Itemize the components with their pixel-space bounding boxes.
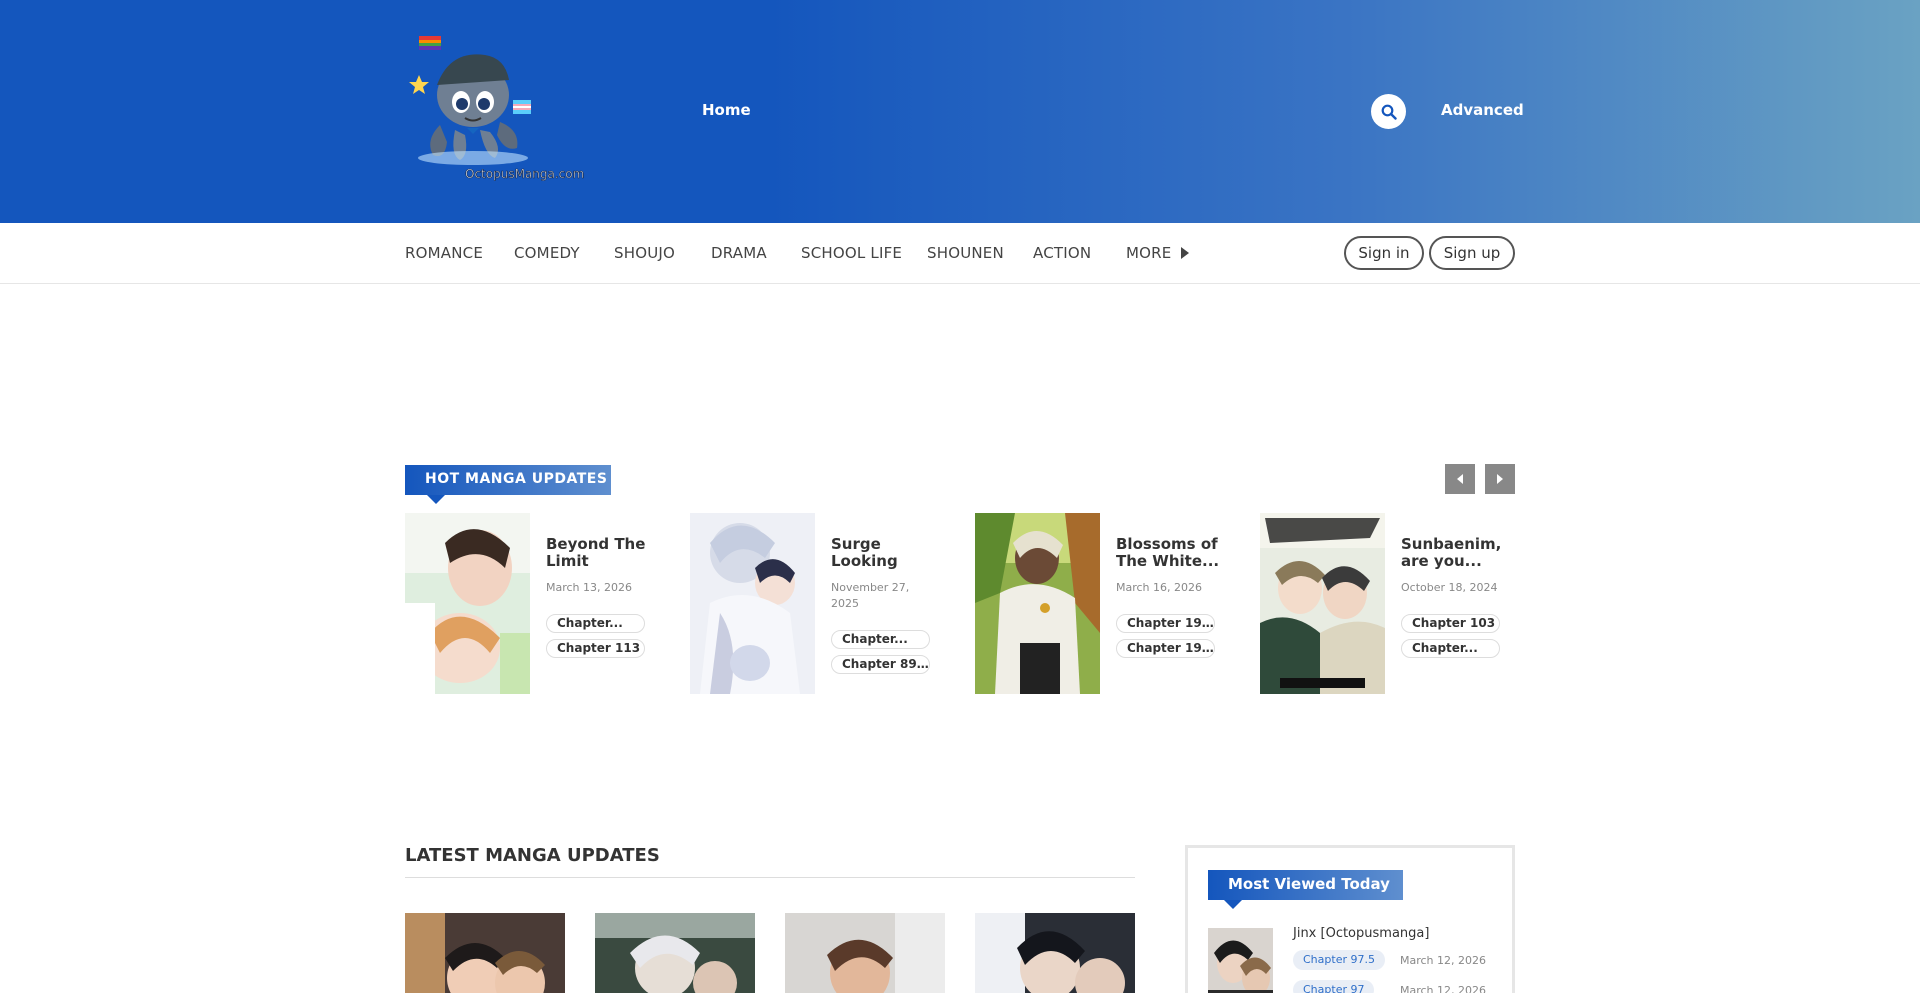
category-school-life[interactable]: SCHOOL LIFE	[801, 244, 902, 262]
manga-title[interactable]: Sunbaenim, are you...	[1401, 536, 1506, 570]
search-icon	[1381, 104, 1397, 120]
category-action[interactable]: ACTION	[1033, 244, 1091, 262]
arrow-right-icon	[1497, 474, 1503, 484]
manga-cover[interactable]	[1260, 513, 1385, 694]
manga-title[interactable]: Surge Looking For...	[831, 536, 936, 570]
manga-cover[interactable]	[690, 513, 815, 694]
chapter-link[interactable]: Chapter 103	[1401, 614, 1500, 633]
category-more-label: MORE	[1126, 244, 1172, 262]
chapter-link[interactable]: Chapter 19.5	[1116, 639, 1215, 658]
slider-prev-button[interactable]	[1445, 464, 1475, 494]
chapter-link[interactable]: Chapter 113	[546, 639, 645, 658]
most-viewed-panel: Most Viewed Today Jinx [Octopusmanga] Ch…	[1185, 845, 1515, 993]
manga-cover[interactable]	[405, 913, 565, 993]
manga-cover[interactable]	[1208, 928, 1273, 993]
latest-updates-heading: LATEST MANGA UPDATES	[405, 845, 660, 866]
caret-right-icon	[1181, 247, 1190, 259]
manga-cover[interactable]	[405, 513, 530, 694]
manga-title[interactable]: Beyond The Limit	[546, 536, 651, 570]
divider	[405, 877, 1135, 878]
manga-title[interactable]: Jinx [Octopusmanga]	[1293, 926, 1429, 941]
category-shounen[interactable]: SHOUNEN	[927, 244, 1004, 262]
chapter-link[interactable]: Chapter 19....	[1116, 614, 1215, 633]
hot-manga-card[interactable]: Beyond The Limit March 13, 2026 Chapter.…	[405, 513, 675, 695]
hot-manga-card[interactable]: Sunbaenim, are you... October 18, 2024 C…	[1260, 513, 1530, 695]
manga-title[interactable]: Blossoms of The White...	[1116, 536, 1221, 570]
category-more[interactable]: MORE	[1126, 244, 1190, 262]
nav-home-link[interactable]: Home	[702, 101, 751, 119]
manga-cover[interactable]	[595, 913, 755, 993]
manga-date: March 16, 2026	[1116, 581, 1203, 594]
chapter-link[interactable]: Chapter...	[831, 630, 930, 649]
category-shoujo[interactable]: SHOUJO	[614, 244, 675, 262]
chapter-link[interactable]: Chapter...	[546, 614, 645, 633]
sign-up-button[interactable]: Sign up	[1429, 236, 1515, 270]
chapter-link[interactable]: Chapter...	[1401, 639, 1500, 658]
category-comedy[interactable]: COMEDY	[514, 244, 580, 262]
hot-manga-card[interactable]: Surge Looking For... November 27, 2025 C…	[690, 513, 960, 695]
search-button[interactable]	[1371, 94, 1406, 129]
manga-date: October 18, 2024	[1401, 581, 1498, 594]
chapter-date: March 12, 2026	[1400, 954, 1487, 967]
chapter-link[interactable]: Chapter 97	[1293, 980, 1375, 993]
nav-advanced-link[interactable]: Advanced	[1441, 101, 1524, 119]
logo-text: OctopusManga.com	[465, 167, 584, 181]
manga-date: November 27, 2025	[831, 581, 910, 610]
sign-in-button[interactable]: Sign in	[1344, 236, 1424, 270]
category-drama[interactable]: DRAMA	[711, 244, 767, 262]
site-header: OctopusManga.com Home Advanced	[0, 0, 1920, 223]
hot-updates-heading: HOT MANGA UPDATES	[405, 465, 611, 504]
arrow-left-icon	[1457, 474, 1463, 484]
slider-next-button[interactable]	[1485, 464, 1515, 494]
category-bar: ROMANCE COMEDY SHOUJO DRAMA SCHOOL LIFE …	[0, 223, 1920, 284]
octopus-mascot-icon: OctopusManga.com	[409, 36, 585, 181]
manga-cover[interactable]	[785, 913, 945, 993]
chapter-link[interactable]: Chapter 89...	[831, 655, 930, 674]
manga-date: March 13, 2026	[546, 581, 633, 594]
hot-manga-card[interactable]: Blossoms of The White... March 16, 2026 …	[975, 513, 1245, 695]
chapter-link[interactable]: Chapter 97.5	[1293, 950, 1385, 970]
most-viewed-heading: Most Viewed Today	[1208, 870, 1403, 909]
manga-cover[interactable]	[975, 513, 1100, 694]
chapter-date: March 12, 2026	[1400, 984, 1487, 993]
site-logo[interactable]: OctopusManga.com	[405, 30, 585, 185]
category-romance[interactable]: ROMANCE	[405, 244, 483, 262]
manga-cover[interactable]	[975, 913, 1135, 993]
